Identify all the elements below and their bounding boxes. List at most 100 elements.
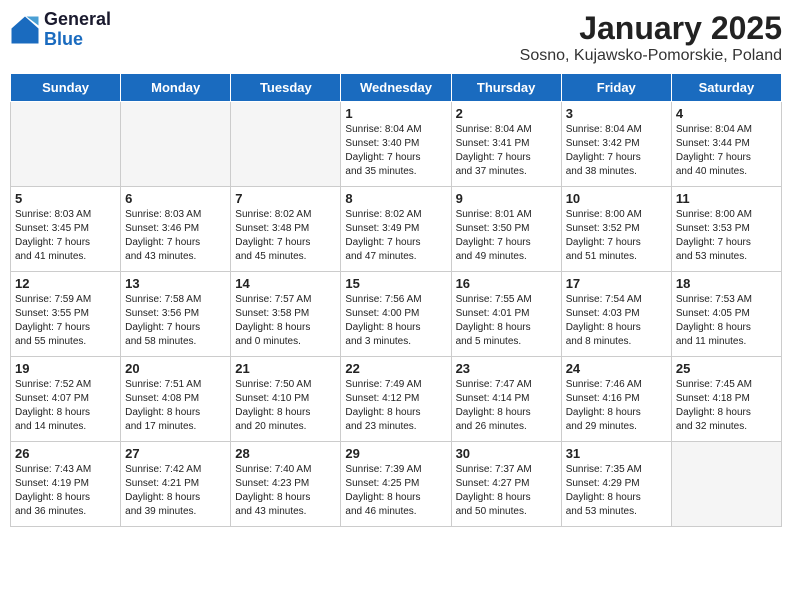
day-cell: 13Sunrise: 7:58 AM Sunset: 3:56 PM Dayli… bbox=[121, 272, 231, 357]
week-row-1: 1 Sunrise: 8:04 AM Sunset: 3:40 PM Daylig… bbox=[11, 102, 782, 187]
day-info: Sunrise: 8:00 AM Sunset: 3:52 PM Dayligh… bbox=[566, 208, 667, 264]
day-info: Sunrise: 8:02 AM Sunset: 3:48 PM Dayligh… bbox=[235, 208, 336, 264]
day-cell: 16 Sunrise: 7:55 AM Sunset: 4:01 PM Dayli… bbox=[451, 272, 561, 357]
day-number: 8 bbox=[345, 191, 446, 206]
day-cell: 4Sunrise: 8:04 AM Sunset: 3:44 PM Daylig… bbox=[671, 102, 781, 187]
day-header-thursday: Thursday bbox=[451, 74, 561, 102]
day-cell: 29 Sunrise: 7:39 AM Sunset: 4:25 PM Dayli… bbox=[341, 442, 451, 527]
day-cell: 15 Sunrise: 7:56 AM Sunset: 4:00 PM Dayli… bbox=[341, 272, 451, 357]
day-info: Sunrise: 8:03 AM Sunset: 3:46 PM Dayligh… bbox=[125, 208, 226, 264]
day-header-monday: Monday bbox=[121, 74, 231, 102]
day-header-sunday: Sunday bbox=[11, 74, 121, 102]
day-number: 30 bbox=[456, 446, 557, 461]
day-number: 24 bbox=[566, 361, 667, 376]
day-cell: 19Sunrise: 7:52 AM Sunset: 4:07 PM Dayli… bbox=[11, 357, 121, 442]
day-cell: 22 Sunrise: 7:49 AM Sunset: 4:12 PM Dayli… bbox=[341, 357, 451, 442]
day-number: 23 bbox=[456, 361, 557, 376]
day-number: 5 bbox=[15, 191, 116, 206]
day-cell: 5 Sunrise: 8:03 AM Sunset: 3:45 PM Daylig… bbox=[11, 187, 121, 272]
day-cell: 31 Sunrise: 7:35 AM Sunset: 4:29 PM Dayli… bbox=[561, 442, 671, 527]
day-info: Sunrise: 7:39 AM Sunset: 4:25 PM Dayligh… bbox=[345, 463, 446, 519]
day-number: 21 bbox=[235, 361, 336, 376]
day-info: Sunrise: 7:57 AM Sunset: 3:58 PM Dayligh… bbox=[235, 293, 336, 349]
day-info: Sunrise: 7:49 AM Sunset: 4:12 PM Dayligh… bbox=[345, 378, 446, 434]
day-info: Sunrise: 8:01 AM Sunset: 3:50 PM Dayligh… bbox=[456, 208, 557, 264]
day-header-wednesday: Wednesday bbox=[341, 74, 451, 102]
day-cell: 3 Sunrise: 8:04 AM Sunset: 3:42 PM Daylig… bbox=[561, 102, 671, 187]
day-number: 14 bbox=[235, 276, 336, 291]
logo: General Blue bbox=[10, 10, 111, 50]
day-info: Sunrise: 8:04 AM Sunset: 3:41 PM Dayligh… bbox=[456, 123, 557, 179]
calendar-table: SundayMondayTuesdayWednesdayThursdayFrid… bbox=[10, 73, 782, 527]
week-row-3: 12 Sunrise: 7:59 AM Sunset: 3:55 PM Dayli… bbox=[11, 272, 782, 357]
day-cell: 12 Sunrise: 7:59 AM Sunset: 3:55 PM Dayli… bbox=[11, 272, 121, 357]
day-info: Sunrise: 7:50 AM Sunset: 4:10 PM Dayligh… bbox=[235, 378, 336, 434]
day-cell bbox=[671, 442, 781, 527]
day-cell: 23 Sunrise: 7:47 AM Sunset: 4:14 PM Dayli… bbox=[451, 357, 561, 442]
day-number: 29 bbox=[345, 446, 446, 461]
day-cell: 8 Sunrise: 8:02 AM Sunset: 3:49 PM Daylig… bbox=[341, 187, 451, 272]
day-number: 15 bbox=[345, 276, 446, 291]
day-cell: 30 Sunrise: 7:37 AM Sunset: 4:27 PM Dayli… bbox=[451, 442, 561, 527]
day-info: Sunrise: 8:04 AM Sunset: 3:44 PM Dayligh… bbox=[676, 123, 777, 179]
header-row: SundayMondayTuesdayWednesdayThursdayFrid… bbox=[11, 74, 782, 102]
logo-text: General Blue bbox=[44, 10, 111, 50]
day-info: Sunrise: 8:00 AM Sunset: 3:53 PM Dayligh… bbox=[676, 208, 777, 264]
day-number: 19 bbox=[15, 361, 116, 376]
day-cell: 21 Sunrise: 7:50 AM Sunset: 4:10 PM Dayli… bbox=[231, 357, 341, 442]
day-cell: 11 Sunrise: 8:00 AM Sunset: 3:53 PM Dayli… bbox=[671, 187, 781, 272]
week-row-2: 5 Sunrise: 8:03 AM Sunset: 3:45 PM Daylig… bbox=[11, 187, 782, 272]
day-cell: 14 Sunrise: 7:57 AM Sunset: 3:58 PM Dayli… bbox=[231, 272, 341, 357]
day-info: Sunrise: 7:45 AM Sunset: 4:18 PM Dayligh… bbox=[676, 378, 777, 434]
day-info: Sunrise: 7:51 AM Sunset: 4:08 PM Dayligh… bbox=[125, 378, 226, 434]
logo-general-text: General bbox=[44, 10, 111, 30]
day-info: Sunrise: 7:56 AM Sunset: 4:00 PM Dayligh… bbox=[345, 293, 446, 349]
day-info: Sunrise: 8:04 AM Sunset: 3:40 PM Dayligh… bbox=[345, 123, 446, 179]
title-area: January 2025 Sosno, Kujawsko-Pomorskie, … bbox=[520, 10, 782, 65]
day-number: 18 bbox=[676, 276, 777, 291]
day-number: 7 bbox=[235, 191, 336, 206]
day-info: Sunrise: 7:59 AM Sunset: 3:55 PM Dayligh… bbox=[15, 293, 116, 349]
day-info: Sunrise: 7:35 AM Sunset: 4:29 PM Dayligh… bbox=[566, 463, 667, 519]
day-header-tuesday: Tuesday bbox=[231, 74, 341, 102]
day-info: Sunrise: 7:47 AM Sunset: 4:14 PM Dayligh… bbox=[456, 378, 557, 434]
day-cell: 10 Sunrise: 8:00 AM Sunset: 3:52 PM Dayli… bbox=[561, 187, 671, 272]
day-number: 13 bbox=[125, 276, 226, 291]
day-info: Sunrise: 7:53 AM Sunset: 4:05 PM Dayligh… bbox=[676, 293, 777, 349]
day-info: Sunrise: 7:43 AM Sunset: 4:19 PM Dayligh… bbox=[15, 463, 116, 519]
day-info: Sunrise: 7:37 AM Sunset: 4:27 PM Dayligh… bbox=[456, 463, 557, 519]
day-cell: 26Sunrise: 7:43 AM Sunset: 4:19 PM Dayli… bbox=[11, 442, 121, 527]
day-cell: 17Sunrise: 7:54 AM Sunset: 4:03 PM Dayli… bbox=[561, 272, 671, 357]
week-row-4: 19Sunrise: 7:52 AM Sunset: 4:07 PM Dayli… bbox=[11, 357, 782, 442]
day-cell: 1 Sunrise: 8:04 AM Sunset: 3:40 PM Daylig… bbox=[341, 102, 451, 187]
day-number: 22 bbox=[345, 361, 446, 376]
day-cell: 18 Sunrise: 7:53 AM Sunset: 4:05 PM Dayli… bbox=[671, 272, 781, 357]
day-number: 25 bbox=[676, 361, 777, 376]
day-info: Sunrise: 7:55 AM Sunset: 4:01 PM Dayligh… bbox=[456, 293, 557, 349]
day-cell bbox=[231, 102, 341, 187]
day-number: 31 bbox=[566, 446, 667, 461]
day-info: Sunrise: 8:04 AM Sunset: 3:42 PM Dayligh… bbox=[566, 123, 667, 179]
day-number: 1 bbox=[345, 106, 446, 121]
day-number: 9 bbox=[456, 191, 557, 206]
day-cell: 25 Sunrise: 7:45 AM Sunset: 4:18 PM Dayli… bbox=[671, 357, 781, 442]
day-number: 16 bbox=[456, 276, 557, 291]
day-number: 27 bbox=[125, 446, 226, 461]
logo-icon bbox=[10, 15, 40, 45]
day-cell: 2Sunrise: 8:04 AM Sunset: 3:41 PM Daylig… bbox=[451, 102, 561, 187]
day-info: Sunrise: 8:03 AM Sunset: 3:45 PM Dayligh… bbox=[15, 208, 116, 264]
calendar-title: January 2025 bbox=[520, 10, 782, 47]
day-number: 6 bbox=[125, 191, 226, 206]
day-number: 12 bbox=[15, 276, 116, 291]
day-number: 10 bbox=[566, 191, 667, 206]
day-cell: 24Sunrise: 7:46 AM Sunset: 4:16 PM Dayli… bbox=[561, 357, 671, 442]
day-info: Sunrise: 8:02 AM Sunset: 3:49 PM Dayligh… bbox=[345, 208, 446, 264]
day-cell: 7 Sunrise: 8:02 AM Sunset: 3:48 PM Daylig… bbox=[231, 187, 341, 272]
day-cell bbox=[11, 102, 121, 187]
calendar-subtitle: Sosno, Kujawsko-Pomorskie, Poland bbox=[520, 47, 782, 65]
day-number: 11 bbox=[676, 191, 777, 206]
day-header-friday: Friday bbox=[561, 74, 671, 102]
logo-blue-text: Blue bbox=[44, 30, 111, 50]
day-number: 3 bbox=[566, 106, 667, 121]
day-number: 28 bbox=[235, 446, 336, 461]
